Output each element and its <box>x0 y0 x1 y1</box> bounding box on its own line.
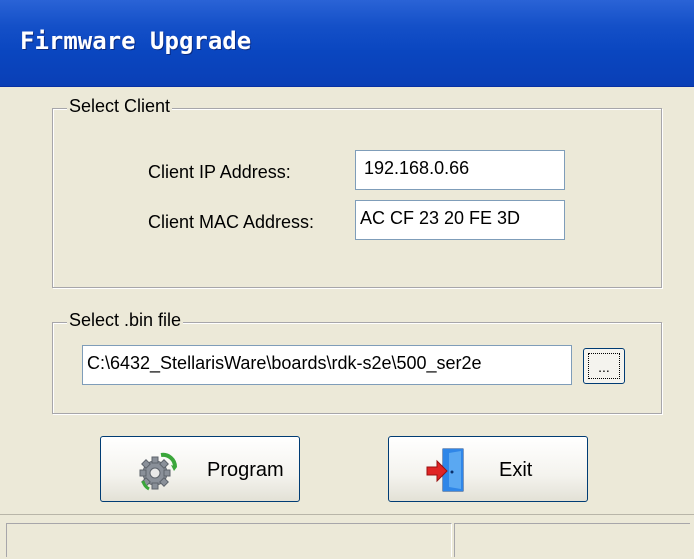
client-ip-field[interactable]: 192.168.0.66 <box>355 150 565 190</box>
client-ip-label: Client IP Address: <box>148 162 291 182</box>
status-pane-secondary <box>454 523 690 557</box>
status-bar <box>0 514 694 559</box>
browse-button-label: ... <box>588 353 620 379</box>
firmware-upgrade-window: Firmware Upgrade Select Client Client IP… <box>0 0 694 559</box>
window-title: Firmware Upgrade <box>20 27 252 55</box>
select-client-group: Select Client <box>52 96 662 288</box>
exit-button[interactable]: Exit <box>388 436 588 502</box>
client-mac-label: Client MAC Address: <box>148 212 315 232</box>
bin-path-field[interactable]: C:\6432_StellarisWare\boards\rdk-s2e\500… <box>82 345 572 385</box>
select-client-legend: Select Client <box>67 96 173 117</box>
title-bar[interactable]: Firmware Upgrade <box>0 0 694 87</box>
program-button[interactable]: Program <box>100 436 300 502</box>
status-pane-main <box>6 523 452 557</box>
gears-icon <box>139 451 179 491</box>
client-mac-field[interactable]: AC CF 23 20 FE 3D <box>355 200 565 240</box>
exit-door-icon <box>425 447 469 493</box>
program-button-label: Program <box>207 459 284 481</box>
exit-button-label: Exit <box>499 459 533 481</box>
browse-button[interactable]: ... <box>583 348 625 384</box>
select-bin-legend: Select .bin file <box>67 310 184 331</box>
